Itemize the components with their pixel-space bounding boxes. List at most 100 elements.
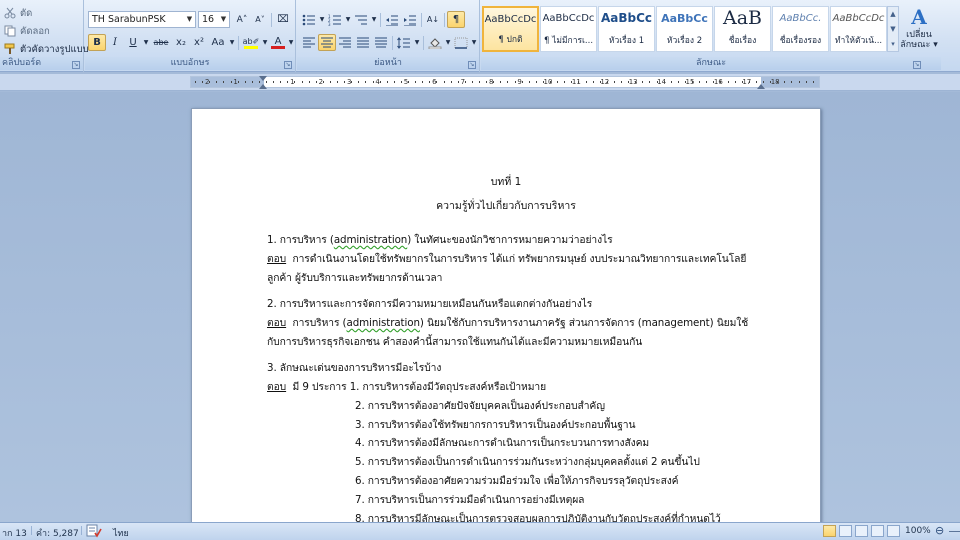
underline-dropdown-icon[interactable]: ▼ — [142, 34, 150, 51]
highlight-dropdown-icon[interactable]: ▼ — [261, 34, 269, 51]
style-heading-2[interactable]: AaBbCc หัวเรื่อง 2 — [656, 6, 713, 52]
first-line-indent-marker[interactable] — [259, 76, 267, 81]
increase-indent-icon[interactable] — [401, 11, 419, 28]
thai-distributed-icon[interactable] — [372, 34, 390, 51]
format-painter-label: ตัวคัดวางรูปแบบ — [20, 43, 89, 55]
ruler-tick — [550, 81, 551, 83]
hanging-indent-marker[interactable] — [259, 84, 267, 89]
decrease-indent-icon[interactable] — [383, 11, 401, 28]
style-subtle-emphasis[interactable]: AaBbCcDc ทำให้ตัวเน้... — [830, 6, 887, 52]
paragraph-launcher-icon[interactable]: ↘ — [468, 61, 476, 69]
cut-button[interactable]: ตัด — [4, 5, 32, 21]
font-name-combo[interactable]: TH SarabunPSK ▼ — [88, 11, 196, 28]
bullets-dropdown-icon[interactable]: ▼ — [318, 11, 326, 28]
font-launcher-icon[interactable]: ↘ — [284, 61, 292, 69]
ruler-tick — [216, 81, 218, 83]
ruler-tick — [287, 81, 289, 83]
clear-formatting-button[interactable]: ⌧ — [274, 11, 292, 28]
shading-dropdown-icon[interactable]: ▼ — [444, 34, 452, 51]
strikethrough-button[interactable]: abe — [150, 34, 172, 51]
justify-icon[interactable] — [354, 34, 372, 51]
change-case-button[interactable]: Aa — [208, 34, 228, 51]
show-formatting-marks-button[interactable]: ¶ — [447, 11, 465, 28]
style-normal[interactable]: AaBbCcDc ¶ ปกติ — [482, 6, 539, 52]
ruler-tick — [500, 81, 502, 83]
language-indicator[interactable]: ไทย — [113, 526, 129, 540]
numbering-icon[interactable]: 123 — [326, 11, 344, 28]
ruler-tick — [415, 81, 417, 83]
zoom-slider[interactable] — [949, 531, 960, 532]
status-divider: | — [80, 526, 84, 536]
change-styles-button[interactable]: A เปลี่ยน ลักษณะ ▾ — [899, 4, 939, 60]
styles-launcher-icon[interactable]: ↘ — [913, 61, 921, 69]
right-indent-marker[interactable] — [757, 84, 765, 89]
font-color-dropdown-icon[interactable]: ▼ — [287, 34, 295, 51]
page-count[interactable]: าก 13 — [2, 526, 27, 540]
borders-dropdown-icon[interactable]: ▼ — [470, 34, 478, 51]
numbering-dropdown-icon[interactable]: ▼ — [344, 11, 352, 28]
style-title[interactable]: AaB ชื่อเรื่อง — [714, 6, 771, 52]
multilevel-list-icon[interactable] — [352, 11, 370, 28]
outline-view-icon[interactable] — [871, 525, 884, 537]
font-name-dropdown-icon[interactable]: ▼ — [185, 12, 194, 27]
shading-icon[interactable] — [426, 34, 444, 51]
ruler-tick — [578, 81, 580, 83]
styles-gallery-scroll[interactable]: ▲ ▼ ▾ — [887, 6, 899, 52]
style-subtitle[interactable]: AaBbCc. ชื่อเรื่องรอง — [772, 6, 829, 52]
clipboard-launcher-icon[interactable]: ↘ — [72, 61, 80, 69]
borders-icon[interactable] — [452, 34, 470, 51]
align-right-icon[interactable] — [336, 34, 354, 51]
ruler-tick — [244, 81, 246, 83]
horizontal-ruler[interactable]: 2 1 1 2 3 4 5 6 7 8 9 10 11 12 13 14 15 16 17 18 — [0, 74, 960, 91]
line-spacing-dropdown-icon[interactable]: ▼ — [413, 34, 421, 51]
ruler-number: 16 — [713, 78, 723, 86]
scroll-up-icon[interactable]: ▲ — [890, 10, 895, 18]
draft-view-icon[interactable] — [887, 525, 900, 537]
italic-button[interactable]: I — [106, 34, 124, 51]
subscript-button[interactable]: x₂ — [172, 34, 190, 51]
print-layout-view-icon[interactable] — [823, 525, 836, 537]
align-center-icon[interactable] — [318, 34, 336, 51]
proofing-icon[interactable] — [86, 524, 102, 540]
font-group-label: แบบอักษร — [85, 57, 295, 70]
clipboard-group: ตัด คัดลอก ตัวคัดวางรูปแบบ คลิปบอร์ด ↘ — [0, 0, 89, 72]
separator — [423, 35, 424, 50]
full-screen-reading-view-icon[interactable] — [839, 525, 852, 537]
list-item: 1. การบริหารต้องมีวัตถุประสงค์หรือเป้าหม… — [349, 381, 547, 393]
sort-button[interactable]: A↓ — [424, 11, 442, 28]
ruler-number: 15 — [685, 78, 695, 86]
grow-font-button[interactable]: A˄ — [233, 11, 251, 28]
scroll-down-icon[interactable]: ▼ — [890, 25, 895, 33]
bullets-icon[interactable] — [300, 11, 318, 28]
change-case-dropdown-icon[interactable]: ▼ — [228, 34, 236, 51]
bold-button[interactable]: B — [88, 34, 106, 51]
font-color-button[interactable]: A — [269, 34, 287, 51]
document-page[interactable]: บทที่ 1 ความรู้ทั่วไปเกี่ยวกับการบริหาร … — [191, 108, 821, 522]
copy-button[interactable]: คัดลอก — [4, 23, 50, 39]
gallery-more-icon[interactable]: ▾ — [891, 40, 895, 48]
format-painter-button[interactable]: ตัวคัดวางรูปแบบ — [4, 41, 89, 57]
style-heading-1[interactable]: AaBbCc หัวเรื่อง 1 — [598, 6, 655, 52]
spell-flagged-term[interactable]: administration — [334, 234, 408, 246]
multilevel-dropdown-icon[interactable]: ▼ — [370, 11, 378, 28]
shrink-font-button[interactable]: A˅ — [251, 11, 269, 28]
ruler-tick — [748, 81, 750, 83]
zoom-level[interactable]: 100% — [905, 526, 931, 536]
style-name: ชื่อเรื่อง — [728, 36, 757, 46]
font-size-combo[interactable]: 16 ▼ — [198, 11, 230, 28]
superscript-button[interactable]: x² — [190, 34, 208, 51]
font-size-dropdown-icon[interactable]: ▼ — [219, 12, 228, 27]
word-count[interactable]: คำ: 5,287 — [36, 526, 79, 540]
ruler-tick — [400, 81, 402, 83]
underline-button[interactable]: U — [124, 34, 142, 51]
ruler-tick — [280, 81, 282, 83]
ruler-tick — [684, 81, 686, 83]
ruler-number: 18 — [770, 78, 780, 86]
web-layout-view-icon[interactable] — [855, 525, 868, 537]
highlight-button[interactable]: ab✐ — [241, 34, 261, 51]
line-spacing-icon[interactable] — [395, 34, 413, 51]
spell-flagged-term[interactable]: administration — [346, 317, 420, 329]
style-no-spacing[interactable]: AaBbCcDc ¶ ไม่มีการเ... — [540, 6, 597, 52]
zoom-out-icon[interactable]: ⊖ — [935, 524, 944, 537]
align-left-icon[interactable] — [300, 34, 318, 51]
